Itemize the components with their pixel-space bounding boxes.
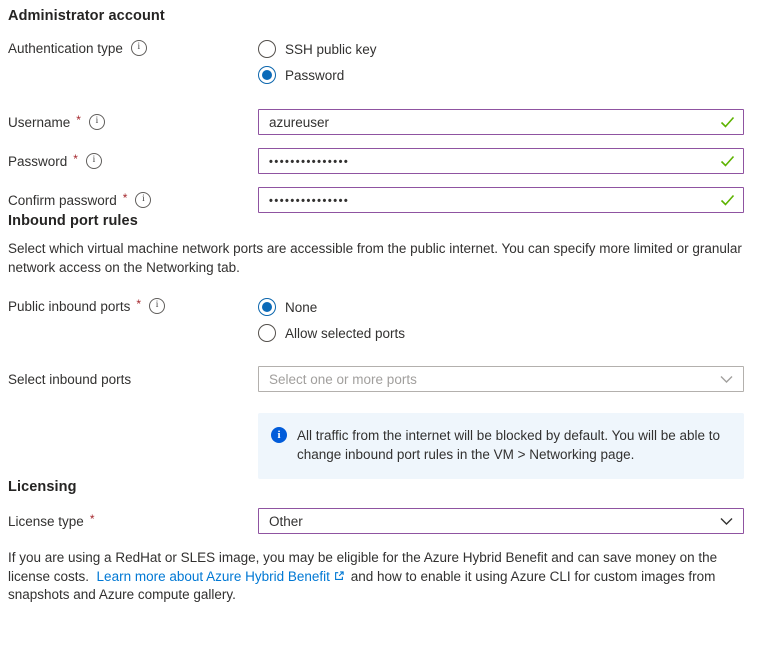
licensing-footer-text: If you are using a RedHat or SLES image,… xyxy=(8,549,744,605)
section-heading-licensing: Licensing xyxy=(8,479,744,495)
auth-type-row: Authentication type SSH public key Passw… xyxy=(8,36,744,88)
info-icon[interactable] xyxy=(135,192,151,208)
info-icon[interactable] xyxy=(149,298,165,314)
required-asterisk: * xyxy=(73,152,78,166)
select-inbound-ports-label-cell: Select inbound ports xyxy=(8,372,258,387)
azure-hybrid-benefit-link[interactable]: Learn more about Azure Hybrid Benefit xyxy=(97,569,330,584)
required-asterisk: * xyxy=(76,113,81,127)
select-inbound-ports-dropdown[interactable]: Select one or more ports xyxy=(258,366,744,392)
confirm-password-label: Confirm password xyxy=(8,193,117,208)
required-asterisk: * xyxy=(90,512,95,526)
valid-checkmark-icon xyxy=(720,194,735,206)
radio-option-password[interactable]: Password xyxy=(258,62,744,88)
info-banner-row: All traffic from the internet will be bl… xyxy=(8,413,744,479)
radio-option-label: Password xyxy=(285,68,344,83)
info-banner: All traffic from the internet will be bl… xyxy=(258,413,744,479)
public-inbound-ports-row: Public inbound ports * None Allow select… xyxy=(8,294,744,346)
password-input[interactable] xyxy=(258,148,744,174)
select-inbound-ports-row: Select inbound ports Select one or more … xyxy=(8,366,744,392)
section-heading-administrator-account: Administrator account xyxy=(8,8,744,24)
username-row: Username * xyxy=(8,109,744,135)
confirm-password-row: Confirm password * xyxy=(8,187,744,213)
radio-selected-icon xyxy=(258,298,276,316)
username-label: Username xyxy=(8,115,70,130)
public-inbound-ports-label: Public inbound ports xyxy=(8,299,130,314)
select-inbound-ports-label: Select inbound ports xyxy=(8,372,131,387)
valid-checkmark-icon xyxy=(720,116,735,128)
password-input-wrap xyxy=(258,148,744,174)
license-type-label-cell: License type * xyxy=(8,514,258,529)
section-heading-inbound-port-rules: Inbound port rules xyxy=(8,213,744,229)
public-inbound-ports-label-cell: Public inbound ports * xyxy=(8,294,258,314)
username-input-wrap xyxy=(258,109,744,135)
confirm-password-input[interactable] xyxy=(258,187,744,213)
required-asterisk: * xyxy=(123,191,128,205)
info-icon[interactable] xyxy=(86,153,102,169)
radio-unselected-icon xyxy=(258,40,276,58)
info-icon[interactable] xyxy=(131,40,147,56)
inbound-port-rules-description: Select which virtual machine network por… xyxy=(8,240,744,277)
public-inbound-ports-radio-group: None Allow selected ports xyxy=(258,294,744,346)
password-row: Password * xyxy=(8,148,744,174)
radio-option-label: None xyxy=(285,300,317,315)
license-type-value: Other xyxy=(269,514,303,529)
username-input[interactable] xyxy=(258,109,744,135)
dropdown-placeholder: Select one or more ports xyxy=(269,372,417,387)
info-icon[interactable] xyxy=(89,114,105,130)
valid-checkmark-icon xyxy=(720,155,735,167)
confirm-password-label-cell: Confirm password * xyxy=(8,192,258,208)
radio-option-allow-selected-ports[interactable]: Allow selected ports xyxy=(258,320,744,346)
radio-selected-icon xyxy=(258,66,276,84)
info-banner-message: All traffic from the internet will be bl… xyxy=(297,426,730,464)
username-label-cell: Username * xyxy=(8,114,258,130)
external-link-icon[interactable] xyxy=(333,570,345,582)
license-type-dropdown[interactable]: Other xyxy=(258,508,744,534)
auth-type-label-cell: Authentication type xyxy=(8,36,258,56)
auth-type-radio-group: SSH public key Password xyxy=(258,36,744,88)
password-label: Password xyxy=(8,154,67,169)
radio-option-ssh-public-key[interactable]: SSH public key xyxy=(258,36,744,62)
auth-type-label: Authentication type xyxy=(8,41,123,56)
chevron-down-icon xyxy=(720,517,733,526)
required-asterisk: * xyxy=(136,297,141,311)
info-icon-blue xyxy=(271,427,287,443)
confirm-password-input-wrap xyxy=(258,187,744,213)
radio-option-none[interactable]: None xyxy=(258,294,744,320)
chevron-down-icon xyxy=(720,375,733,384)
create-vm-basics-form: Administrator account Authentication typ… xyxy=(0,0,768,605)
license-type-label: License type xyxy=(8,514,84,529)
password-label-cell: Password * xyxy=(8,153,258,169)
radio-option-label: SSH public key xyxy=(285,42,377,57)
license-type-row: License type * Other xyxy=(8,508,744,534)
radio-unselected-icon xyxy=(258,324,276,342)
radio-option-label: Allow selected ports xyxy=(285,326,405,341)
